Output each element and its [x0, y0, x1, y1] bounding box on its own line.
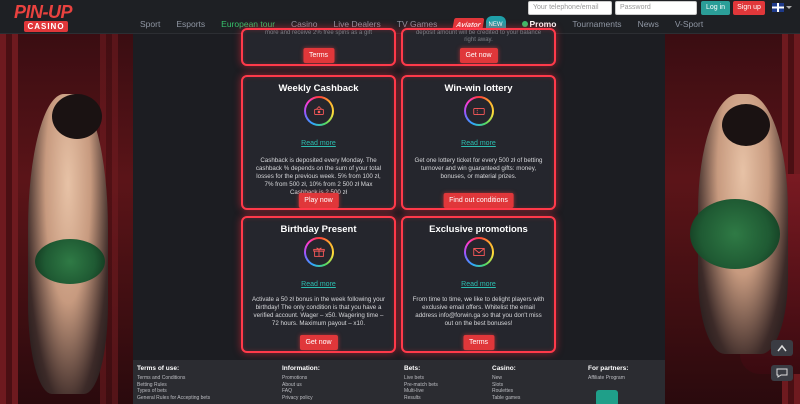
top-navigation-bar: PIN-UP CASINO Sport Esports European tou… — [0, 0, 800, 34]
envelope-icon — [463, 237, 494, 267]
pinup-girl-right-hair — [722, 104, 770, 146]
chevron-down-icon[interactable] — [786, 6, 792, 9]
logo-text-bottom: CASINO — [24, 21, 68, 32]
footer-link[interactable]: Table games — [492, 395, 520, 402]
read-more-link[interactable]: Read more — [403, 140, 554, 147]
page-root: PIN-UP CASINO Sport Esports European tou… — [0, 0, 800, 404]
promo-card-top-right: deposit amount will be credited to your … — [401, 28, 556, 66]
nav-esports[interactable]: Esports — [176, 16, 205, 32]
get-now-button[interactable]: Get now — [299, 335, 338, 350]
card-title: Birthday Present — [280, 224, 357, 235]
logo-text-top: PIN-UP — [14, 2, 73, 22]
footer-terms-column: Terms of use: Terms and Conditions Betti… — [137, 365, 210, 401]
nav-sport[interactable]: Sport — [140, 16, 160, 32]
card-title: Exclusive promotions — [429, 224, 528, 235]
signup-button[interactable]: Sign up — [733, 1, 765, 15]
footer-casino-column: Casino: New Slots Roulettes Table games — [492, 365, 520, 401]
nav-news[interactable]: News — [638, 16, 659, 32]
promo-card-winwin-lottery: Win-win lottery Read more Get one lotter… — [401, 75, 556, 210]
footer-partners-column: For partners: Affiliate Program — [588, 365, 628, 382]
promo-card-top-right-text: deposit amount will be credited to your … — [415, 30, 542, 43]
card-description: Cashback is deposited every Monday. The … — [255, 157, 382, 196]
card-description: From time to time, we like to delight pl… — [412, 296, 545, 327]
gift-icon — [303, 237, 334, 267]
terms-button[interactable]: Terms — [462, 335, 495, 350]
promo-card-top-left-text: more and receive 2% free spins as a gift — [264, 30, 373, 36]
ticket-icon — [463, 96, 494, 126]
footer-information-column: Information: Promotions About us FAQ Pri… — [282, 365, 320, 401]
chevron-up-icon[interactable] — [771, 340, 793, 356]
affiliate-logo-icon[interactable] — [596, 390, 618, 404]
password-input[interactable]: Password — [615, 1, 697, 15]
card-title: Win-win lottery — [444, 83, 513, 94]
gift-icon — [521, 21, 528, 27]
card-description: Get one lottery ticket for every 500 zł … — [414, 157, 543, 180]
uk-flag-icon[interactable] — [772, 3, 784, 12]
pinup-girl-left-hair — [52, 94, 102, 139]
cashback-icon — [303, 96, 334, 126]
nav-vsport[interactable]: V-Sport — [675, 16, 703, 32]
nav-tournaments[interactable]: Tournaments — [572, 16, 621, 32]
read-more-link[interactable]: Read more — [243, 281, 394, 288]
left-decor-panel — [0, 34, 133, 404]
footer-link[interactable]: Privacy policy — [282, 395, 320, 402]
read-more-link[interactable]: Read more — [403, 281, 554, 288]
find-out-conditions-button[interactable]: Find out conditions — [443, 193, 514, 208]
promo-card-top-left: more and receive 2% free spins as a gift… — [241, 28, 396, 66]
chat-icon[interactable] — [771, 365, 793, 381]
footer-link[interactable]: Results — [404, 395, 438, 402]
phone-email-input[interactable]: Your telephone/email — [528, 1, 612, 15]
card-title: Weekly Cashback — [278, 83, 359, 94]
pinup-girl-left-skirt — [35, 239, 105, 284]
footer-casino-title: Casino: — [492, 365, 516, 372]
play-now-button[interactable]: Play now — [298, 193, 339, 208]
footer-bets-column: Bets: Live bets Pre-match bets Multi-liv… — [404, 365, 438, 401]
terms-button[interactable]: Terms — [302, 48, 335, 63]
promo-card-exclusive-promotions: Exclusive promotions Read more From time… — [401, 216, 556, 353]
footer-bets-title: Bets: — [404, 365, 421, 372]
promo-card-birthday-present: Birthday Present Read more Activate a 50… — [241, 216, 396, 353]
get-now-button[interactable]: Get now — [459, 48, 498, 63]
promo-content: more and receive 2% free spins as a gift… — [133, 28, 665, 360]
card-description: Activate a 50 zł bonus in the week follo… — [251, 296, 386, 327]
curtain-left — [0, 34, 18, 404]
read-more-link[interactable]: Read more — [243, 140, 394, 147]
pinup-casino-logo[interactable]: PIN-UP CASINO — [8, 2, 84, 32]
site-footer: Terms of use: Terms and Conditions Betti… — [133, 360, 665, 404]
footer-information-title: Information: — [282, 365, 320, 372]
login-button[interactable]: Log in — [701, 1, 730, 15]
footer-link[interactable]: Affiliate Program — [588, 375, 628, 382]
footer-partners-title: For partners: — [588, 365, 629, 372]
promo-card-weekly-cashback: Weekly Cashback Read more Cashback is de… — [241, 75, 396, 210]
footer-link[interactable]: General Rules for Accepting bets — [137, 395, 210, 402]
footer-terms-title: Terms of use: — [137, 365, 180, 372]
pinup-girl-right-skirt — [690, 199, 780, 269]
